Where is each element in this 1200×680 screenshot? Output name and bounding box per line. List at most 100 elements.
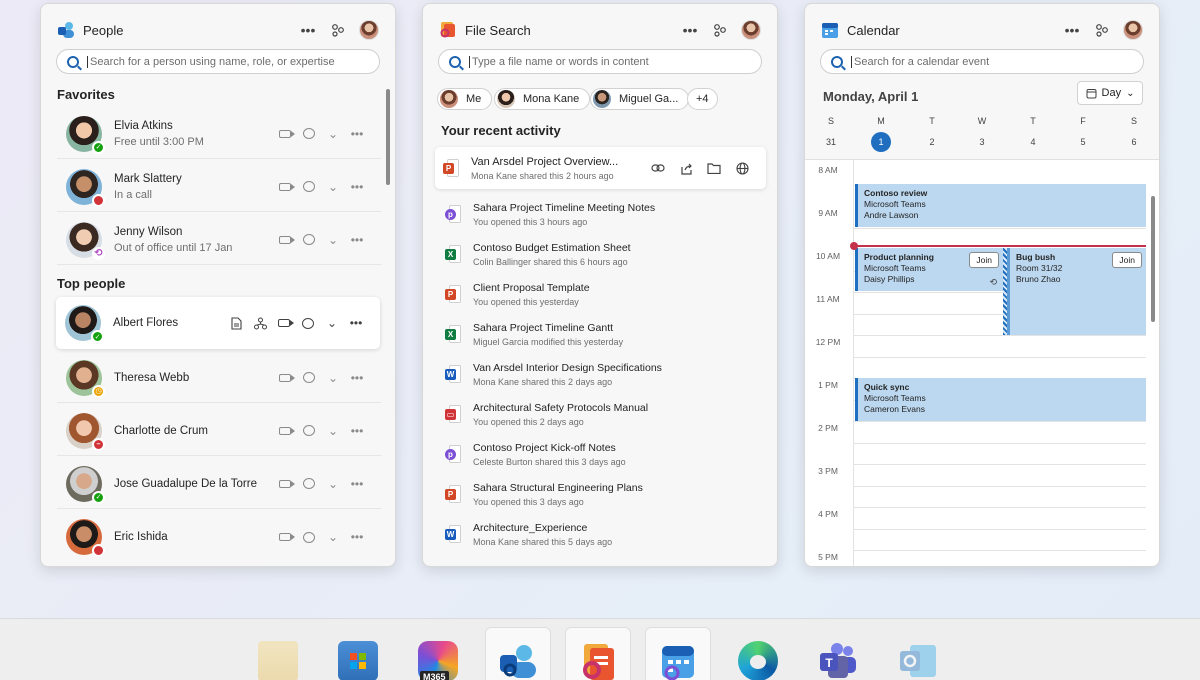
- open-in-browser-icon[interactable]: [728, 161, 756, 175]
- more-options-icon[interactable]: •••: [345, 231, 369, 249]
- day-number[interactable]: 3: [972, 132, 992, 152]
- file-row[interactable]: ▭ Architectural Safety Protocols Manual Y…: [437, 394, 765, 434]
- taskbar-store[interactable]: [325, 627, 391, 680]
- chat-icon[interactable]: [297, 422, 321, 440]
- day-grid[interactable]: 8 AM 9 AM 10 AM 11 AM 12 PM 1 PM 2 PM 3 …: [805, 159, 1159, 566]
- calendar-event[interactable]: Contoso review Microsoft Teams Andre Law…: [855, 184, 1146, 227]
- more-options-icon[interactable]: •••: [345, 528, 369, 546]
- more-options-icon[interactable]: •••: [345, 369, 369, 387]
- day-number[interactable]: 31: [821, 132, 841, 152]
- chevron-down-icon[interactable]: ⌄: [321, 369, 345, 387]
- scrollbar[interactable]: [1151, 196, 1155, 322]
- video-call-icon[interactable]: [273, 178, 297, 196]
- file-search-input[interactable]: [469, 55, 749, 68]
- chevron-down-icon[interactable]: ⌄: [321, 475, 345, 493]
- file-row[interactable]: p Contoso Project Kick-off Notes Celeste …: [437, 434, 765, 474]
- video-call-icon[interactable]: [273, 475, 297, 493]
- user-avatar[interactable]: [359, 20, 379, 40]
- calendar-search[interactable]: [820, 49, 1144, 74]
- chat-icon[interactable]: [297, 178, 321, 196]
- chevron-down-icon[interactable]: ⌄: [321, 422, 345, 440]
- chevron-down-icon[interactable]: ⌄: [321, 528, 345, 546]
- calendar-event[interactable]: Product planning Microsoft Teams Daisy P…: [855, 248, 1003, 291]
- video-call-icon[interactable]: [273, 231, 297, 249]
- video-call-icon[interactable]: [273, 528, 297, 546]
- person-row[interactable]: ⟲ Jenny Wilson Out of office until 17 Ja…: [57, 215, 381, 265]
- person-row-selected[interactable]: ✓ Albert Flores ⌄ •••: [56, 297, 380, 349]
- person-row[interactable]: – Charlotte de Crum ⌄ •••: [57, 406, 381, 456]
- file-row[interactable]: X Sahara Project Timeline Gantt Miguel Ga…: [437, 314, 765, 354]
- calendar-event[interactable]: Bug bush Room 31/32 Bruno Zhao Join: [1007, 248, 1146, 335]
- file-row[interactable]: X Contoso Budget Estimation Sheet Colin B…: [437, 234, 765, 274]
- more-options-icon[interactable]: •••: [679, 19, 701, 41]
- taskbar-file-explorer[interactable]: [245, 627, 311, 680]
- taskbar-outlook[interactable]: [885, 627, 951, 680]
- share-icon[interactable]: [672, 162, 700, 175]
- join-button[interactable]: Join: [969, 252, 999, 268]
- person-row[interactable]: ✓ Elvia Atkins Free until 3:00 PM ⌄ •••: [57, 109, 381, 159]
- join-button[interactable]: Join: [1112, 252, 1142, 268]
- day-number[interactable]: 6: [1124, 132, 1144, 152]
- chat-icon[interactable]: [297, 528, 321, 546]
- taskbar-calendar[interactable]: [645, 627, 711, 680]
- copy-link-icon[interactable]: [644, 163, 672, 173]
- scrollbar[interactable]: [386, 89, 390, 185]
- chevron-down-icon[interactable]: ⌄: [321, 178, 345, 196]
- people-search-input[interactable]: [87, 55, 367, 68]
- org-chart-icon[interactable]: [709, 19, 731, 41]
- chat-icon[interactable]: [297, 125, 321, 143]
- calendar-event[interactable]: Quick sync Microsoft Teams Cameron Evans: [855, 378, 1146, 421]
- user-avatar[interactable]: [1123, 20, 1143, 40]
- video-call-icon[interactable]: [272, 314, 296, 332]
- more-options-icon[interactable]: •••: [1061, 19, 1083, 41]
- org-chart-icon[interactable]: [327, 19, 349, 41]
- more-options-icon[interactable]: •••: [345, 178, 369, 196]
- document-icon[interactable]: [224, 314, 248, 332]
- chevron-down-icon[interactable]: ⌄: [321, 125, 345, 143]
- taskbar-edge[interactable]: [725, 627, 791, 680]
- file-search[interactable]: [438, 49, 762, 74]
- chevron-down-icon[interactable]: ⌄: [321, 231, 345, 249]
- chevron-down-icon[interactable]: ⌄: [320, 314, 344, 332]
- chat-icon[interactable]: [297, 475, 321, 493]
- calendar-search-input[interactable]: [851, 55, 1131, 68]
- day-number-today[interactable]: 1: [871, 132, 891, 152]
- people-search[interactable]: [56, 49, 380, 74]
- filter-chip-more[interactable]: +4: [687, 88, 718, 110]
- video-call-icon[interactable]: [273, 125, 297, 143]
- view-selector[interactable]: Day ⌄: [1077, 81, 1143, 105]
- file-row[interactable]: W Architecture_Experience Mona Kane share…: [437, 514, 765, 554]
- file-row[interactable]: P Client Proposal Template You opened thi…: [437, 274, 765, 314]
- file-row[interactable]: P Van Arsdel Project Overview... Mona Ka…: [435, 147, 766, 189]
- person-row[interactable]: ✓ Jose Guadalupe De la Torre ⌄ •••: [57, 459, 381, 509]
- chat-icon[interactable]: [296, 314, 320, 332]
- day-number[interactable]: 4: [1023, 132, 1043, 152]
- day-number[interactable]: 2: [922, 132, 942, 152]
- person-row[interactable]: ◷ Theresa Webb ⌄ •••: [57, 353, 381, 403]
- taskbar-m365[interactable]: M365: [405, 627, 471, 680]
- video-call-icon[interactable]: [273, 422, 297, 440]
- chat-icon[interactable]: [297, 231, 321, 249]
- org-chart-icon[interactable]: [1091, 19, 1113, 41]
- taskbar-people[interactable]: [485, 627, 551, 680]
- filter-chip-me[interactable]: Me: [437, 88, 493, 110]
- org-chart-icon[interactable]: [248, 314, 272, 332]
- file-row[interactable]: P Sahara Structural Engineering Plans You…: [437, 474, 765, 514]
- person-row[interactable]: Mark Slattery In a call ⌄ •••: [57, 162, 381, 212]
- more-options-icon[interactable]: •••: [345, 125, 369, 143]
- file-row[interactable]: p Sahara Project Timeline Meeting Notes Y…: [437, 194, 765, 234]
- more-options-icon[interactable]: •••: [297, 19, 319, 41]
- user-avatar[interactable]: [741, 20, 761, 40]
- filter-chip-mona[interactable]: Mona Kane: [494, 88, 591, 110]
- day-number[interactable]: 5: [1073, 132, 1093, 152]
- more-options-icon[interactable]: •••: [344, 314, 368, 332]
- file-row[interactable]: W Van Arsdel Interior Design Specificati…: [437, 354, 765, 394]
- taskbar-file-search[interactable]: [565, 627, 631, 680]
- more-options-icon[interactable]: •••: [345, 422, 369, 440]
- person-row[interactable]: Eric Ishida ⌄ •••: [57, 512, 381, 562]
- filter-chip-miguel[interactable]: Miguel Ga...: [590, 88, 690, 110]
- taskbar-teams[interactable]: T: [805, 627, 871, 680]
- video-call-icon[interactable]: [273, 369, 297, 387]
- chat-icon[interactable]: [297, 369, 321, 387]
- open-folder-icon[interactable]: [700, 162, 728, 174]
